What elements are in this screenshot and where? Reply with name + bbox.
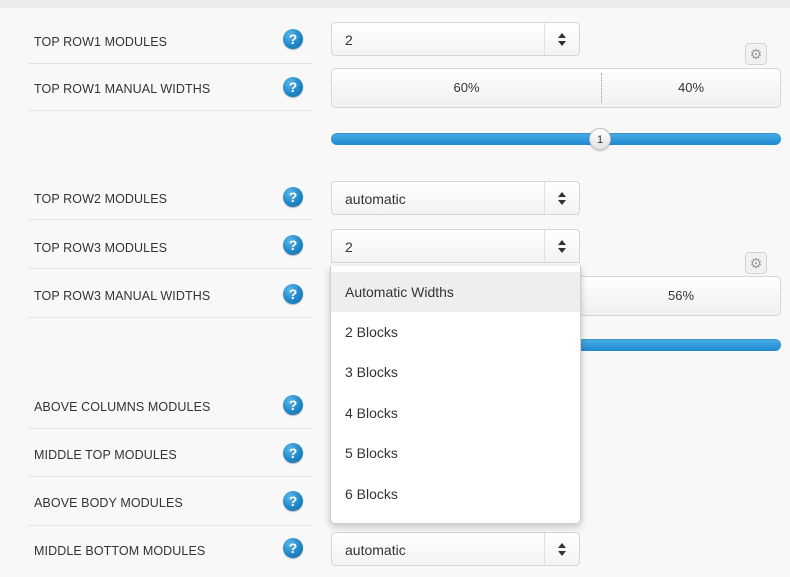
gear-icon[interactable]: ⚙	[745, 252, 767, 274]
up-down-arrows-icon	[544, 182, 579, 214]
help-icon[interactable]: ?	[283, 77, 303, 97]
row-divider	[28, 428, 312, 429]
dropdown-option-3-blocks[interactable]: 3 Blocks	[331, 352, 580, 392]
row-label-top-row3-modules: TOP ROW3 MODULES	[34, 241, 168, 255]
top-row1-modules-select[interactable]: 2	[331, 22, 580, 56]
help-icon[interactable]: ?	[283, 443, 303, 463]
row-label-top-row3-manual-widths: TOP ROW3 MANUAL WIDTHS	[34, 289, 211, 303]
dropdown-option-4-blocks[interactable]: 4 Blocks	[331, 393, 580, 433]
row-label-middle-bottom-modules: MIDDLE BOTTOM MODULES	[34, 544, 206, 558]
top-strip	[0, 0, 790, 8]
help-icon[interactable]: ?	[283, 187, 303, 207]
help-icon[interactable]: ?	[283, 284, 303, 304]
help-icon[interactable]: ?	[283, 538, 303, 558]
select-value: 2	[345, 239, 353, 255]
row-divider	[28, 317, 312, 318]
modules-dropdown-list: Automatic Widths 2 Blocks 3 Blocks 4 Blo…	[330, 266, 581, 524]
width-segment-1: 56%	[667, 288, 695, 303]
gear-icon[interactable]: ⚙	[745, 43, 767, 65]
up-down-arrows-icon	[544, 230, 579, 262]
row-label-top-row2-modules: TOP ROW2 MODULES	[34, 192, 168, 206]
slider-handle[interactable]: 1	[589, 128, 611, 150]
dropdown-option-6-blocks[interactable]: 6 Blocks	[331, 474, 580, 514]
select-value: automatic	[345, 542, 406, 558]
help-icon[interactable]: ?	[283, 29, 303, 49]
width-segment-2: 40%	[677, 80, 705, 95]
row-divider	[28, 476, 312, 477]
row-label-middle-top-modules: MIDDLE TOP MODULES	[34, 448, 177, 462]
row-divider	[28, 268, 312, 269]
row-label-top-row1-modules: TOP ROW1 MODULES	[34, 35, 168, 49]
help-icon[interactable]: ?	[283, 395, 303, 415]
row-divider	[28, 219, 312, 220]
top-row1-slider-track[interactable]	[331, 133, 781, 145]
select-value: automatic	[345, 191, 406, 207]
row-label-top-row1-manual-widths: TOP ROW1 MANUAL WIDTHS	[34, 82, 211, 96]
row-divider	[28, 525, 312, 526]
top-row2-modules-select[interactable]: automatic	[331, 181, 580, 215]
help-icon[interactable]: ?	[283, 235, 303, 255]
dropdown-option-5-blocks[interactable]: 5 Blocks	[331, 433, 580, 473]
help-icon[interactable]: ?	[283, 491, 303, 511]
dropdown-option-automatic-widths[interactable]: Automatic Widths	[331, 272, 580, 312]
row-label-above-body-modules: ABOVE BODY MODULES	[34, 496, 183, 510]
top-row1-widths-bar: 60% 40%	[331, 68, 781, 108]
up-down-arrows-icon	[544, 23, 579, 55]
row-divider	[28, 63, 312, 64]
dropdown-option-2-blocks[interactable]: 2 Blocks	[331, 312, 580, 352]
width-segment-1: 60%	[453, 80, 480, 95]
row-divider	[28, 110, 312, 111]
up-down-arrows-icon	[544, 533, 579, 565]
middle-bottom-modules-select[interactable]: automatic	[331, 532, 580, 566]
select-value: 2	[345, 32, 353, 48]
top-row3-modules-select[interactable]: 2	[331, 229, 580, 263]
row-label-above-columns-modules: ABOVE COLUMNS MODULES	[34, 400, 211, 414]
